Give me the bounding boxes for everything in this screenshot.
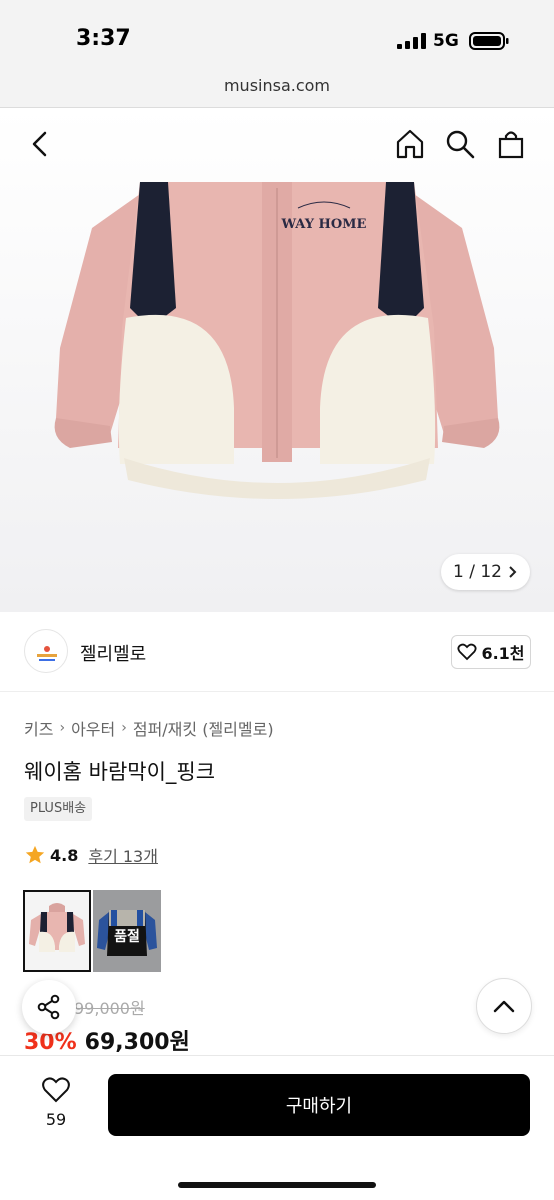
product-image-gallery[interactable]: WAY HOME 1 / 12	[0, 108, 554, 612]
home-button[interactable]	[392, 126, 428, 162]
signal-icon	[397, 33, 426, 49]
product-image: WAY HOME	[54, 182, 500, 499]
product-like-button[interactable]: 59	[32, 1076, 80, 1129]
chevron-right-icon	[509, 566, 517, 578]
heart-icon	[42, 1077, 70, 1103]
rating-row: 4.8 후기 13개	[24, 843, 158, 867]
brand-logo-image	[37, 646, 57, 661]
reviews-link[interactable]: 후기 13개	[88, 843, 158, 867]
product-like-count: 59	[45, 1110, 67, 1129]
star-icon	[25, 845, 45, 864]
brand-like-count: 6.1천	[481, 644, 525, 663]
status-time: 3:37	[76, 26, 131, 51]
thumbnail-image	[29, 903, 85, 952]
rating-score: 4.8	[50, 845, 79, 865]
jacket-logo-text: WAY HOME	[281, 217, 367, 232]
image-counter[interactable]: 1 / 12	[441, 554, 530, 590]
product-title: 웨이홈 바람막이_핑크	[24, 760, 216, 784]
original-price: 99,000원	[74, 999, 145, 1018]
home-icon	[396, 129, 424, 159]
shipping-tag: PLUS배송	[24, 797, 93, 821]
chevron-right-icon: ›	[121, 720, 127, 736]
bag-icon	[498, 131, 524, 159]
breadcrumb-item-jacket[interactable]: 점퍼/재킷 (젤리멜로)	[133, 716, 274, 740]
chevron-right-icon: ›	[59, 720, 66, 736]
brand-row: 젤리멜로 6.1천	[0, 612, 554, 692]
color-option-pink[interactable]	[23, 890, 91, 972]
soldout-label: 품절	[114, 929, 140, 945]
breadcrumb: 키즈 › 아우터 › 점퍼/재킷 (젤리멜로)	[24, 716, 274, 740]
search-button[interactable]	[442, 126, 478, 162]
breadcrumb-item-kids[interactable]: 키즈	[24, 716, 53, 740]
buy-button[interactable]: 구매하기	[108, 1074, 530, 1136]
status-bar: 3:37 5G	[0, 0, 554, 72]
home-indicator[interactable]	[178, 1182, 376, 1188]
brand-like-button[interactable]: 6.1천	[451, 635, 531, 669]
breadcrumb-item-outer[interactable]: 아우터	[71, 716, 115, 740]
network-label: 5G	[433, 31, 459, 51]
search-icon	[446, 130, 475, 159]
share-icon	[37, 994, 60, 1020]
heart-icon	[457, 643, 477, 661]
bottom-action-bar: 59 구매하기	[0, 1055, 554, 1200]
browser-url-bar[interactable]: musinsa.com	[0, 72, 554, 108]
battery-icon	[469, 32, 509, 50]
image-counter-text: 1 / 12	[453, 562, 502, 582]
back-button[interactable]	[22, 126, 58, 162]
chevron-up-icon	[493, 1000, 515, 1013]
url-text: musinsa.com	[223, 76, 331, 95]
brand-name[interactable]: 젤리멜로	[80, 640, 146, 666]
color-option-soldout[interactable]: 품절	[93, 890, 161, 972]
back-icon	[32, 131, 47, 157]
scroll-top-button[interactable]	[476, 978, 532, 1034]
share-button[interactable]	[22, 980, 76, 1034]
sale-price: 69,300원	[84, 1030, 190, 1055]
cart-button[interactable]	[493, 126, 529, 162]
brand-logo[interactable]	[24, 629, 68, 673]
